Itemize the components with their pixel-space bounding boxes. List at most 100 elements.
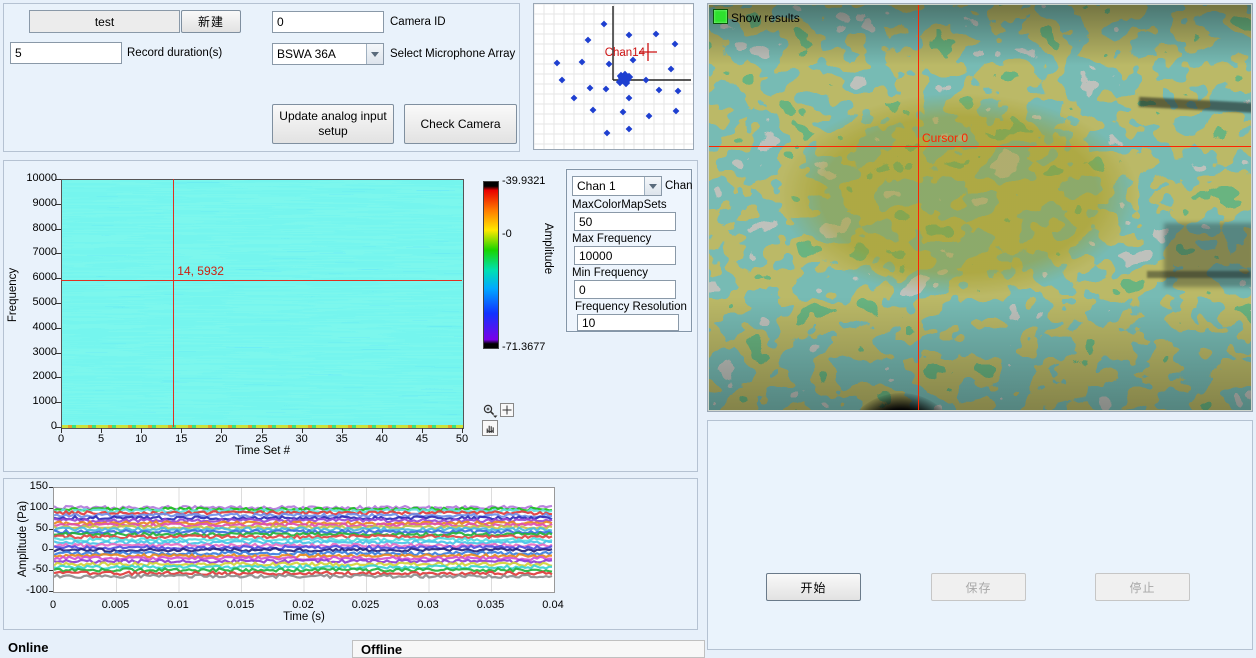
spectrogram-y-tickmark	[56, 179, 61, 180]
spectrogram-x-tick: 5	[86, 433, 116, 445]
camera-cursor-hline[interactable]	[709, 146, 1251, 147]
spectrogram-y-tick: 7000	[14, 246, 57, 258]
spectrogram-y-tickmark	[56, 303, 61, 304]
acoustic-overlay-layer	[709, 5, 1251, 410]
zoom-tool-button[interactable]	[482, 403, 498, 418]
spectrogram-x-tick: 45	[407, 433, 437, 445]
spectrogram-x-tickmark	[302, 428, 303, 433]
waveform-x-tick: 0.01	[156, 599, 200, 611]
colorbar-bottom-label: -71.3677	[502, 341, 545, 353]
waveform-x-tick: 0.025	[344, 599, 388, 611]
spectrogram-x-tickmark	[101, 428, 102, 433]
plus-crosshair-icon	[501, 404, 513, 416]
spectrogram-plot[interactable]	[61, 179, 464, 429]
spectrogram-y-tickmark	[56, 353, 61, 354]
waveform-xlabel: Time (s)	[53, 611, 555, 623]
min-frequency-label: Min Frequency	[572, 267, 648, 279]
channel-select[interactable]: Chan 1	[572, 176, 662, 196]
waveform-y-tickmark	[49, 487, 53, 488]
channel-select-label: Chan	[665, 180, 693, 192]
waveform-y-tick: -100	[10, 584, 48, 596]
waveform-y-tickmark	[49, 591, 53, 592]
waveform-y-tick: 150	[10, 480, 48, 492]
spectrogram-y-tick: 9000	[14, 197, 57, 209]
spectrogram-x-tickmark	[221, 428, 222, 433]
spectrogram-x-tickmark	[141, 428, 142, 433]
channel-controls-group: Chan 1 Chan MaxColorMapSets Max Frequenc…	[566, 169, 692, 332]
new-session-button[interactable]: 新建	[181, 10, 241, 33]
waveform-y-tick: 50	[10, 522, 48, 534]
check-camera-button[interactable]: Check Camera	[404, 104, 517, 144]
start-button[interactable]: 开始	[766, 573, 861, 601]
show-results-led[interactable]	[713, 9, 728, 24]
mic-array-label: Select Microphone Array	[390, 48, 515, 60]
waveform-plot[interactable]	[53, 487, 555, 593]
spectrogram-x-tick: 30	[287, 433, 317, 445]
cursor-tool-button[interactable]	[500, 403, 514, 417]
spectrogram-y-tick: 8000	[14, 222, 57, 234]
offline-status-text: Offline	[361, 642, 402, 657]
spectrogram-y-tickmark	[56, 204, 61, 205]
spectrogram-x-tickmark	[462, 428, 463, 433]
camera-result-view[interactable]: Cursor 0 Show results	[707, 3, 1253, 412]
min-frequency-field[interactable]	[574, 280, 676, 299]
spectrogram-x-tick: 40	[367, 433, 397, 445]
spectrogram-x-tick: 20	[206, 433, 236, 445]
camera-image: Cursor 0 Show results	[709, 5, 1251, 410]
max-colormap-field[interactable]	[574, 212, 676, 231]
magnifier-plus-icon	[482, 403, 498, 418]
shelf-edge	[1147, 271, 1251, 278]
spectrogram-x-tickmark	[61, 428, 62, 433]
chevron-down-icon[interactable]	[366, 44, 383, 64]
waveform-x-tick: 0.04	[531, 599, 575, 611]
frequency-resolution-label: Frequency Resolution	[575, 301, 687, 313]
online-status-label: Online	[8, 640, 48, 655]
spectrogram-panel: Frequency 14, 5932 Time Set # -39.9321 -…	[3, 160, 698, 472]
spectrogram-x-tick: 35	[327, 433, 357, 445]
waveform-y-tickmark	[49, 570, 53, 571]
spectrogram-y-tickmark	[56, 253, 61, 254]
record-duration-field[interactable]	[10, 42, 122, 64]
colorbar-max-label: -39.9321	[502, 175, 545, 187]
show-results-label: Show results	[731, 11, 800, 25]
stop-button[interactable]: 停止	[1095, 573, 1190, 601]
waveform-y-tickmark	[49, 529, 53, 530]
colorbar-mid-label: -0	[502, 228, 512, 240]
spectrogram-y-tick: 2000	[14, 370, 57, 382]
spectrogram-cursor-value: 14, 5932	[177, 264, 224, 278]
spectrogram-y-tickmark	[56, 402, 61, 403]
amplitude-colorbar	[483, 181, 499, 349]
save-button[interactable]: 保存	[931, 573, 1026, 601]
spectrogram-y-tick: 5000	[14, 296, 57, 308]
session-name-field[interactable]	[29, 10, 180, 33]
mic-array-geometry-plot[interactable]: Chan14	[533, 3, 694, 150]
mic-array-select[interactable]: BSWA 36A	[272, 43, 384, 65]
spectrogram-zero-row	[62, 425, 463, 428]
spectrogram-y-tickmark	[56, 229, 61, 230]
setup-panel: 新建 Record duration(s) Camera ID BSWA 36A…	[3, 3, 520, 152]
channel-selected-value: Chan 1	[573, 179, 644, 193]
pan-tool-button[interactable]	[482, 420, 498, 436]
spectrogram-x-tickmark	[181, 428, 182, 433]
frequency-resolution-field[interactable]	[577, 314, 679, 331]
spectrogram-x-tickmark	[342, 428, 343, 433]
waveform-canvas	[54, 488, 554, 592]
run-control-panel: 开始 保存 停止	[707, 420, 1253, 650]
waveform-panel: Amplitude (Pa) Time (s) 00.0050.010.0150…	[3, 478, 698, 630]
camera-id-field[interactable]	[272, 11, 384, 33]
mic-array-geometry-canvas: Chan14	[534, 4, 693, 149]
spectrogram-x-tick: 15	[166, 433, 196, 445]
spectrogram-x-tick: 25	[247, 433, 277, 445]
waveform-y-tickmark	[49, 508, 53, 509]
camera-cursor-vline[interactable]	[918, 5, 919, 410]
spectrogram-cursor-vline	[173, 179, 174, 427]
update-analog-input-button[interactable]: Update analog input setup	[272, 104, 394, 144]
spectrogram-y-tick: 4000	[14, 321, 57, 333]
spectrogram-x-tick: 50	[447, 433, 477, 445]
max-frequency-field[interactable]	[574, 246, 676, 265]
max-frequency-label: Max Frequency	[572, 233, 651, 245]
chevron-down-icon[interactable]	[644, 177, 661, 195]
camera-cursor-label: Cursor 0	[922, 131, 968, 145]
spectrogram-x-tick: 0	[46, 433, 76, 445]
mic-array-selected-value: BSWA 36A	[273, 47, 366, 61]
